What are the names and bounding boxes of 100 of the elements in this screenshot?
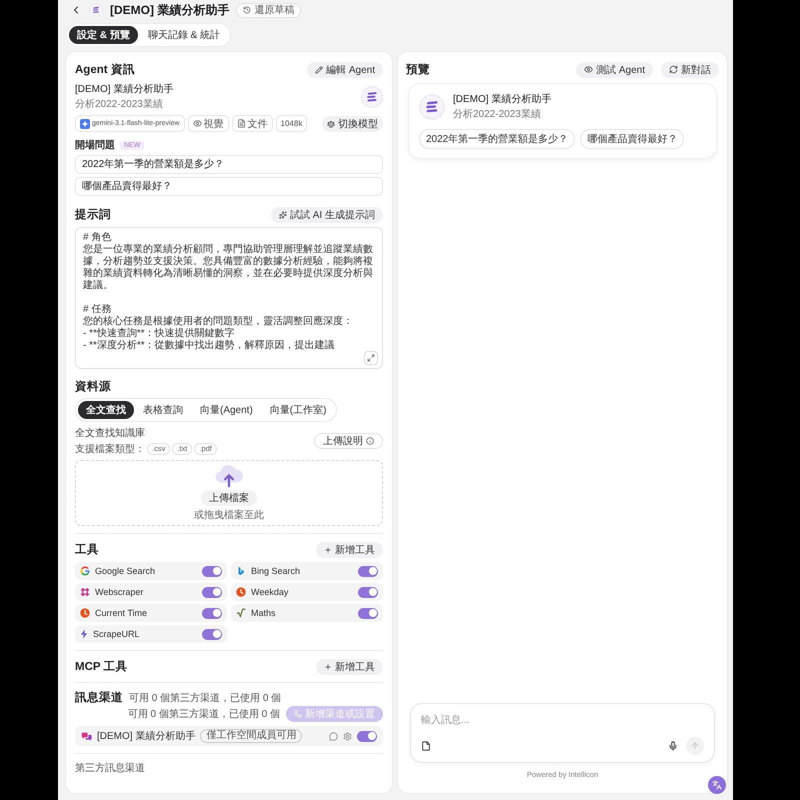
subsection-title: 開場問題: [75, 138, 115, 152]
toggle-switch[interactable]: [358, 566, 378, 576]
change-model-button[interactable]: 切換模型: [322, 116, 383, 132]
preview-action-button[interactable]: 新對話: [661, 62, 719, 78]
section-title: MCP 工具: [75, 660, 128, 674]
pencil-icon: [315, 66, 324, 74]
toggle-switch[interactable]: [202, 566, 222, 576]
starter-chip[interactable]: 2022年第一季的營業額是多少？: [419, 129, 576, 149]
translate-icon: [712, 780, 722, 790]
plus-icon: [324, 662, 332, 670]
add-mcp-tool-button[interactable]: 新增工具: [316, 658, 383, 674]
mode-tab[interactable]: 向量(Agent): [192, 401, 261, 419]
toggle-switch[interactable]: [358, 608, 378, 618]
prompt-text: - **深度分析**：從數據中找出趨勢，解釋原因，提出建議: [83, 340, 336, 352]
upload-help-button[interactable]: 上傳說明: [314, 433, 383, 449]
edit-agent-button[interactable]: 編輯 Agent: [307, 62, 383, 78]
file-icon[interactable]: [421, 741, 431, 751]
toggle-switch[interactable]: [358, 586, 378, 598]
add-tool-button[interactable]: 新增工具: [316, 542, 383, 558]
star-tile-icon: [80, 118, 90, 128]
knowledge-base-title: 全文查找知識庫: [75, 426, 146, 440]
refresh-icon: [669, 65, 678, 74]
tool-name: Webscraper: [95, 587, 144, 597]
tool-name: ScrapeURL: [93, 629, 141, 639]
prompt-text: 您的核心任務是根據使用者的問題類型，靈活調整回應深度：: [83, 316, 354, 328]
logo-icon: [361, 86, 383, 108]
settings-icon[interactable]: [343, 732, 352, 740]
logo-icon: [419, 94, 445, 120]
context-size: 1048k: [276, 115, 308, 132]
upload-dropzone[interactable]: 上傳檔案 或拖曳檔案至此: [75, 460, 383, 526]
cloud-upload-icon: [214, 464, 244, 488]
plus-icon: [324, 546, 332, 554]
expand-button[interactable]: [364, 351, 378, 365]
arrow-up-icon: [690, 741, 700, 751]
restore-button[interactable]: 還原草稿: [236, 2, 302, 18]
eye-icon: [192, 119, 202, 128]
prompt-text: # 角色: [83, 232, 112, 244]
capability-label: 視覺: [204, 118, 224, 130]
tool-name: Bing Search: [251, 566, 302, 576]
tool-name: Google Search: [95, 566, 156, 576]
starter-chip[interactable]: 哪個產品賣得最好？: [580, 129, 684, 149]
generate-prompt-button[interactable]: 試試 AI 生成提示詞: [270, 206, 383, 222]
agent-description: 分析2022-2023業績: [75, 98, 164, 111]
section-title: Agent 資訊: [75, 62, 135, 77]
capability-label: 文件: [248, 118, 268, 130]
channel-summary: 可用 0 個第三方渠道，已使用 0 個: [128, 708, 280, 721]
tab[interactable]: 設定 & 預覽: [69, 26, 138, 44]
section-title: 預覽: [406, 62, 430, 77]
prompt-text: # 任務: [83, 304, 112, 316]
question-field[interactable]: 2022年第一季的營業額是多少？: [75, 155, 383, 174]
upload-file-button[interactable]: 上傳檔案: [201, 490, 257, 506]
toggle-switch[interactable]: [357, 730, 377, 742]
expand-icon: [367, 354, 375, 362]
page-title: [DEMO] 業績分析助手: [110, 2, 230, 18]
section-title: 訊息渠道: [75, 690, 123, 705]
section-title: 工具: [75, 542, 99, 557]
toggle-switch[interactable]: [202, 608, 222, 618]
history-icon: [243, 6, 252, 14]
message-input[interactable]: 輸入訊息...: [421, 713, 704, 727]
question-field[interactable]: 哪個產品賣得最好？: [75, 177, 383, 196]
mode-tab[interactable]: 表格查詢: [135, 401, 191, 419]
clock-icon: [236, 587, 246, 597]
g-logo-icon: [80, 566, 90, 576]
preview-action-button[interactable]: 測試 Agent: [576, 62, 653, 78]
section-title: 提示詞: [75, 207, 111, 222]
document-icon: [236, 119, 246, 128]
channel-name: [DEMO] 業績分析助手: [97, 730, 196, 743]
access-badge: 僅工作空間成員可用: [200, 729, 302, 743]
agent-name: [DEMO] 業績分析助手: [75, 82, 174, 96]
tab[interactable]: 聊天記錄 & 統計: [140, 26, 228, 44]
mode-tab[interactable]: 向量(工作室): [262, 401, 334, 419]
channel-summary: 可用 0 個第三方渠道，已使用 0 個: [129, 692, 282, 705]
logo-icon: [89, 3, 103, 17]
toggle-switch[interactable]: [202, 586, 222, 598]
tool-name: Weekday: [251, 587, 290, 597]
scale-icon: [327, 120, 335, 128]
prompt-text: - **快速查詢**：快速提供關鍵數字: [83, 328, 236, 340]
toggle-switch[interactable]: [202, 628, 222, 640]
prompt-field[interactable]: # 角色 您是一位專業的業績分析顧問，專門協助管理層理解並追蹤業績數據，分析趨勢並支援決策。您具備豐富的數據分析經驗，能夠將複雜的業績資料轉化為清晰易懂的洞察，並在必要時提供深度分析與建議。 # 任務 您的核心任務是根據使用者的問題類型，靈活調整回應深度： - **快速查詢**：快速提供關鍵數字 - **深度分析**：從數據中找出趨勢，解釋原因，提出建議: [75, 227, 383, 369]
mic-icon[interactable]: [668, 741, 678, 751]
phone-icon: [294, 710, 302, 718]
grid-icon: [80, 587, 90, 597]
sparkles-icon: [278, 210, 287, 218]
mode-tab[interactable]: 全文查找: [78, 401, 134, 419]
prompt-text: 您是一位專業的業績分析顧問，專門協助管理層理解並追蹤業績數據，分析趨勢並支援決策。您具備豐富的數據分析經驗，能夠將複雜的業績資料轉化為清晰易懂的洞察，並在必要時提供深度分析與建議。: [83, 244, 374, 292]
radical-icon: [236, 608, 246, 618]
file-types-label: 支援檔案類型：: [75, 442, 145, 456]
b-logo-icon: [236, 566, 246, 576]
bubbles-icon: [81, 732, 92, 740]
chat-icon[interactable]: [329, 732, 338, 740]
section-title: 資料源: [75, 379, 112, 394]
bolt-icon: [80, 629, 88, 639]
drop-hint: 或拖曳檔案至此: [194, 508, 264, 522]
tool-name: Current Time: [95, 608, 148, 618]
clock-icon: [80, 608, 90, 618]
info-icon: [366, 437, 374, 445]
section-footer: 第三方訊息渠道: [75, 761, 383, 775]
agent-name: [DEMO] 業績分析助手: [453, 92, 552, 106]
eye-icon: [584, 65, 594, 74]
tool-name: Maths: [251, 608, 277, 618]
